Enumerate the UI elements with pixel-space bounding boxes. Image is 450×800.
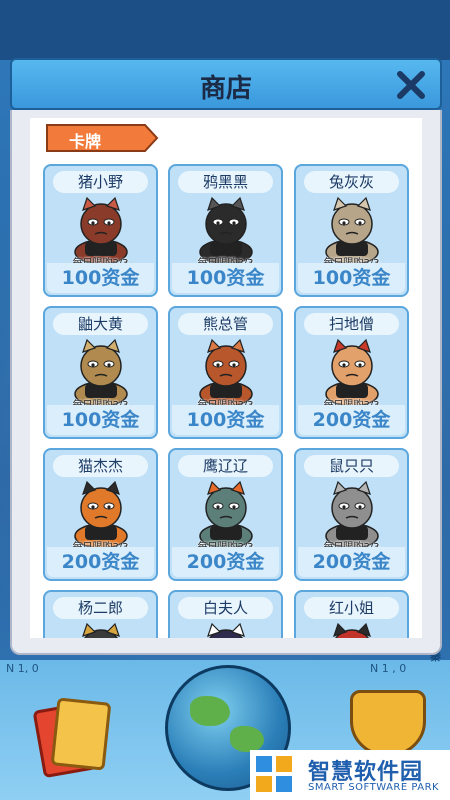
card-price[interactable]: 100资金: [298, 263, 405, 293]
dialog-title: 商店: [199, 74, 252, 104]
shop-card[interactable]: 鼬大黄每日限购3/3100资金: [43, 306, 158, 439]
shop-card[interactable]: 熊总管每日限购3/3100资金: [168, 306, 283, 439]
bowl-menu-icon[interactable]: [350, 690, 426, 756]
card-name: 兔灰灰: [304, 171, 399, 193]
card-name: 扫地僧: [304, 313, 399, 335]
shop-card[interactable]: 鸦黑黑每日限购3/3100资金: [168, 164, 283, 297]
shop-card[interactable]: 猫杰杰每日限购3/3200资金: [43, 448, 158, 581]
card-name: 猫杰杰: [53, 455, 148, 477]
card-name: 猪小野: [53, 171, 148, 193]
section-label: 卡牌: [69, 132, 102, 151]
shop-panel[interactable]: 卡牌 猪小野每日限购3/3100资金鸦黑黑每日限购3/3100资金兔灰灰每日限购…: [30, 118, 422, 638]
card-name: 杨二郎: [53, 597, 148, 619]
card-price[interactable]: 200资金: [172, 547, 279, 577]
shop-card[interactable]: 猪小野每日限购3/3100资金: [43, 164, 158, 297]
card-price[interactable]: 200资金: [47, 547, 154, 577]
card-price[interactable]: 200资金: [298, 547, 405, 577]
character-portrait: [82, 622, 120, 638]
section-tag-cards: 卡牌: [45, 123, 160, 153]
shop-card[interactable]: 鹰辽辽每日限购3/3200资金: [168, 448, 283, 581]
cards-menu-icon[interactable]: [32, 697, 112, 779]
card-name: 鹰辽辽: [178, 455, 273, 477]
card-name: 熊总管: [178, 313, 273, 335]
top-bar-background: [0, 0, 450, 60]
card-name: 红小姐: [304, 597, 399, 619]
dialog-body: 卡牌 猪小野每日限购3/3100资金鸦黑黑每日限购3/3100资金兔灰灰每日限购…: [10, 110, 442, 655]
watermark: 智慧软件园 SMART SOFTWARE PARK: [250, 750, 450, 800]
watermark-en: SMART SOFTWARE PARK: [308, 782, 440, 793]
watermark-logo-icon: [256, 756, 294, 794]
card-price[interactable]: 100资金: [47, 405, 154, 435]
right-counter: N 1 , 0: [370, 662, 407, 675]
card-name: 鼬大黄: [53, 313, 148, 335]
shop-dialog: 商店 卡牌 猪小野每日限购3/3100资金鸦黑黑每日限购3/3100资金兔灰灰每…: [10, 58, 442, 658]
dialog-header: 商店: [10, 58, 442, 110]
shop-card[interactable]: 杨二郎: [43, 590, 158, 638]
left-counter: N 1, 0: [6, 662, 39, 675]
card-price[interactable]: 200资金: [298, 405, 405, 435]
close-button[interactable]: [394, 68, 428, 102]
character-portrait: [333, 622, 371, 638]
card-price[interactable]: 100资金: [47, 263, 154, 293]
card-name: 鸦黑黑: [178, 171, 273, 193]
card-price[interactable]: 100资金: [172, 263, 279, 293]
close-icon: [397, 71, 425, 99]
card-price[interactable]: 100资金: [172, 405, 279, 435]
shop-card[interactable]: 扫地僧每日限购3/3200资金: [294, 306, 409, 439]
shop-card[interactable]: 兔灰灰每日限购3/3100资金: [294, 164, 409, 297]
shop-card[interactable]: 白夫人: [168, 590, 283, 638]
character-portrait: [207, 622, 245, 638]
card-name: 鼠只只: [304, 455, 399, 477]
shop-card[interactable]: 红小姐: [294, 590, 409, 638]
shop-card[interactable]: 鼠只只每日限购3/3200资金: [294, 448, 409, 581]
card-name: 白夫人: [178, 597, 273, 619]
